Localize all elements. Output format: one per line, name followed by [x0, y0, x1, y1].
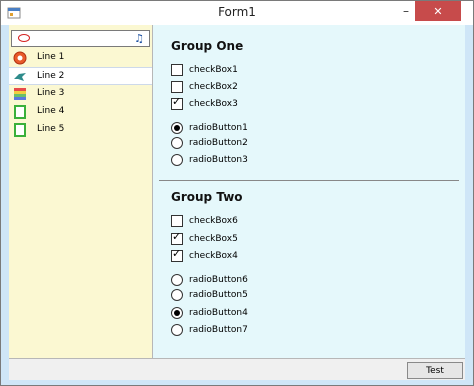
- search-input[interactable]: ♫: [11, 30, 150, 47]
- red-circle-icon: [13, 51, 27, 65]
- radio-button-2[interactable]: radioButton2: [171, 136, 248, 150]
- radio-button-7[interactable]: radioButton7: [171, 323, 248, 337]
- checkbox-2[interactable]: checkBox2: [171, 80, 238, 94]
- checkbox-box[interactable]: [171, 81, 183, 93]
- radio-label: radioButton2: [189, 138, 248, 148]
- radio-button-3[interactable]: radioButton3: [171, 153, 248, 167]
- radio-circle[interactable]: [171, 274, 183, 286]
- radio-circle[interactable]: [171, 324, 183, 336]
- list-item-label: Line 4: [37, 106, 65, 116]
- radio-button-5[interactable]: radioButton5: [171, 288, 248, 302]
- item-list: Line 1 Line 2 Line 3 Line 4 Line 5: [9, 49, 152, 139]
- search-icon: [18, 34, 30, 42]
- checkbox-1[interactable]: checkBox1: [171, 63, 238, 77]
- radio-circle[interactable]: [171, 289, 183, 301]
- radio-circle[interactable]: [171, 154, 183, 166]
- checkbox-label: checkBox3: [189, 99, 238, 109]
- green-frame-icon: [14, 105, 26, 119]
- checkbox-6[interactable]: checkBox6: [171, 214, 238, 228]
- list-item-line-3[interactable]: Line 3: [9, 85, 152, 103]
- green-frame-icon: [14, 123, 26, 137]
- checkbox-label: checkBox1: [189, 65, 238, 75]
- radio-circle[interactable]: [171, 137, 183, 149]
- bottom-bar: Test: [9, 358, 465, 380]
- client-area: ♫ Line 1 Line 2 Line 3 Line 4 Line 5 Gro…: [9, 25, 465, 380]
- form-window: Form1 – ☐ ✕ ♫ Line 1: [0, 0, 474, 386]
- radio-button-6[interactable]: radioButton6: [171, 273, 248, 287]
- checkbox-label: checkBox6: [189, 216, 238, 226]
- list-item-line-1[interactable]: Line 1: [9, 49, 152, 67]
- group-two-title: Group Two: [171, 190, 243, 204]
- radio-label: radioButton7: [189, 325, 248, 335]
- checkbox-4[interactable]: checkBox4: [171, 247, 238, 263]
- list-item-label: Line 1: [37, 52, 65, 62]
- radio-circle[interactable]: [171, 307, 183, 319]
- sidebar-panel: ♫ Line 1 Line 2 Line 3 Line 4 Line 5: [9, 25, 153, 358]
- list-item-label: Line 3: [37, 88, 65, 98]
- checkbox-box[interactable]: [171, 230, 183, 245]
- radio-label: radioButton4: [189, 308, 248, 318]
- bell-icon[interactable]: ♫: [134, 32, 144, 45]
- radio-circle[interactable]: [171, 122, 183, 134]
- close-button[interactable]: ✕: [415, 1, 461, 21]
- list-item-line-5[interactable]: Line 5: [9, 121, 152, 139]
- checkbox-box[interactable]: [171, 64, 183, 76]
- checkbox-label: checkBox4: [189, 251, 238, 261]
- checkbox-label: checkBox2: [189, 82, 238, 92]
- list-item-line-2[interactable]: Line 2: [9, 67, 152, 85]
- checkbox-3[interactable]: checkBox3: [171, 95, 238, 111]
- radio-label: radioButton1: [189, 123, 248, 133]
- checkbox-box[interactable]: [171, 215, 183, 227]
- checkbox-box[interactable]: [171, 95, 183, 110]
- list-item-line-4[interactable]: Line 4: [9, 103, 152, 121]
- teal-bird-icon: [14, 73, 26, 81]
- test-button[interactable]: Test: [407, 362, 463, 379]
- color-gradient-icon: [14, 88, 26, 100]
- list-item-label: Line 2: [37, 71, 65, 81]
- checkbox-box[interactable]: [171, 247, 183, 262]
- group-one-title: Group One: [171, 39, 244, 53]
- title-bar: Form1 – ☐ ✕: [1, 1, 473, 25]
- radio-label: radioButton5: [189, 290, 248, 300]
- list-item-label: Line 5: [37, 124, 65, 134]
- radio-label: radioButton6: [189, 275, 248, 285]
- checkbox-label: checkBox5: [189, 234, 238, 244]
- close-icon: ✕: [433, 4, 443, 18]
- group-divider: [159, 180, 459, 181]
- radio-button-4[interactable]: radioButton4: [171, 306, 248, 320]
- radio-label: radioButton3: [189, 155, 248, 165]
- minimize-icon: –: [403, 4, 409, 18]
- radio-button-1[interactable]: radioButton1: [171, 121, 248, 135]
- groups-panel: Group One checkBox1 checkBox2 checkBox3 …: [153, 25, 465, 358]
- checkbox-5[interactable]: checkBox5: [171, 230, 238, 246]
